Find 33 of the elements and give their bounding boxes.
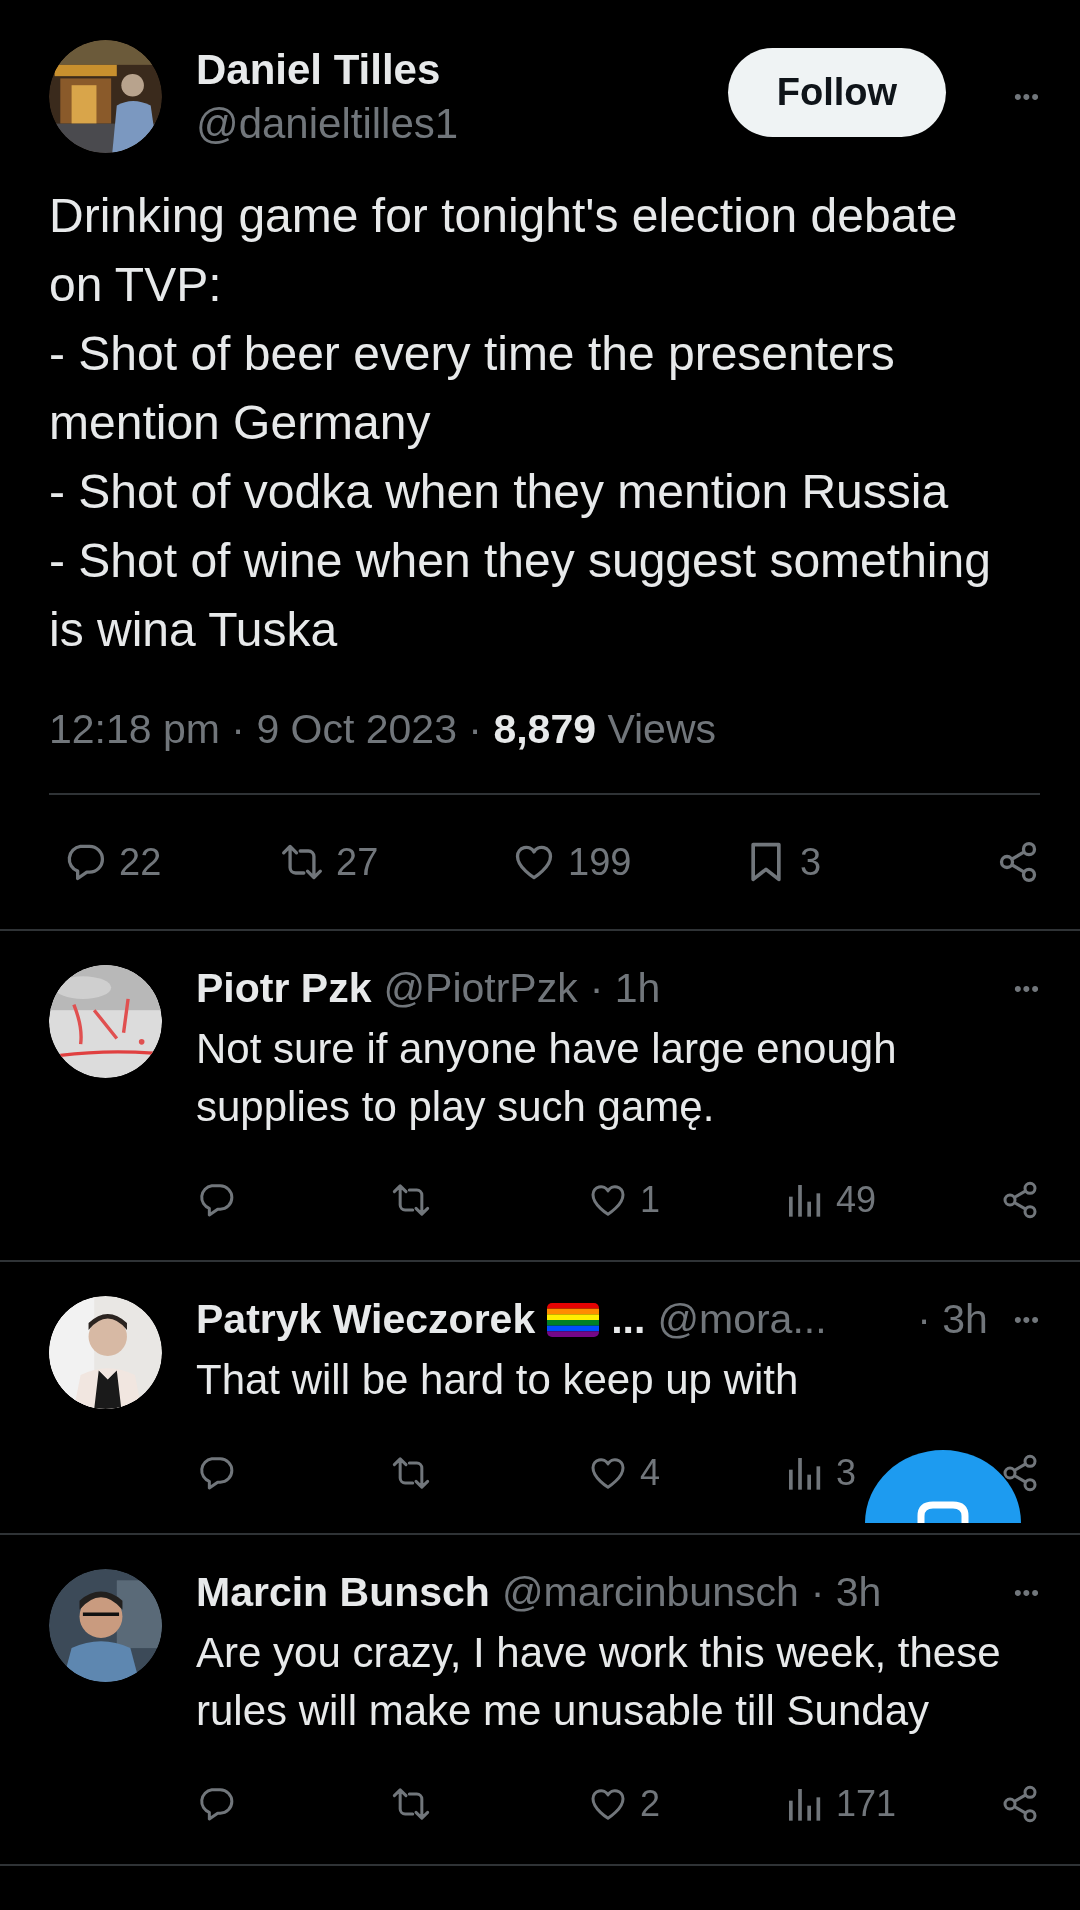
more-options[interactable]: ••• — [1013, 1579, 1040, 1606]
more-options[interactable]: ••• — [1013, 83, 1040, 110]
name-ellipsis: ... — [611, 1296, 646, 1343]
reply-author-name: Patryk Wieczorek — [196, 1296, 536, 1343]
reply-time: · 1h — [589, 965, 661, 1012]
like-count: 4 — [640, 1452, 661, 1494]
retweet-count: 27 — [336, 840, 379, 884]
reply-time: · 3h — [810, 1569, 882, 1616]
views-count: 49 — [836, 1179, 877, 1221]
like-count: 199 — [568, 840, 632, 884]
author-handle: @danieltilles1 — [196, 99, 460, 148]
like-count: 2 — [640, 1783, 661, 1825]
more-options[interactable]: ••• — [1013, 975, 1040, 1002]
author-name: Daniel Tilles — [196, 45, 442, 94]
views-count: 171 — [836, 1783, 897, 1825]
reply-author-name: Piotr Pzk — [196, 965, 372, 1012]
reply-handle: @mora... — [657, 1296, 827, 1343]
reply-count: 22 — [119, 840, 162, 884]
follow-button[interactable]: Follow — [727, 48, 946, 137]
compose-fab-button[interactable] — [865, 1450, 1021, 1523]
bookmark-count: 3 — [800, 840, 822, 884]
tweet-meta: 12:18 pm · 9 Oct 2023 · 8,879 Views — [49, 706, 718, 753]
tweet-text: Drinking game for tonight's election debate on TVP: - Shot of beer every time the presenters mention Germany - Shot of vodka when they mention Russia - Shot of wine when they suggest something is wina Tuska — [49, 188, 992, 658]
reply-text: Not sure if anyone have large enough supplies to play such gamę. — [196, 1024, 898, 1132]
more-options[interactable]: ••• — [1013, 1306, 1040, 1333]
reply-author-name: Marcin Bunsch — [196, 1569, 490, 1616]
reply-text: That will be hard to keep up with — [196, 1355, 800, 1405]
reply-text: Are you crazy, I have work this week, these rules will make me unusable till Sunday — [196, 1628, 1002, 1736]
reply-handle: @marcinbunsch — [501, 1569, 799, 1616]
reply-time: · 3h — [917, 1296, 988, 1343]
views-count: 3 — [836, 1452, 857, 1494]
like-count: 1 — [640, 1179, 661, 1221]
reply-handle: @PiotrPzk — [383, 965, 578, 1012]
